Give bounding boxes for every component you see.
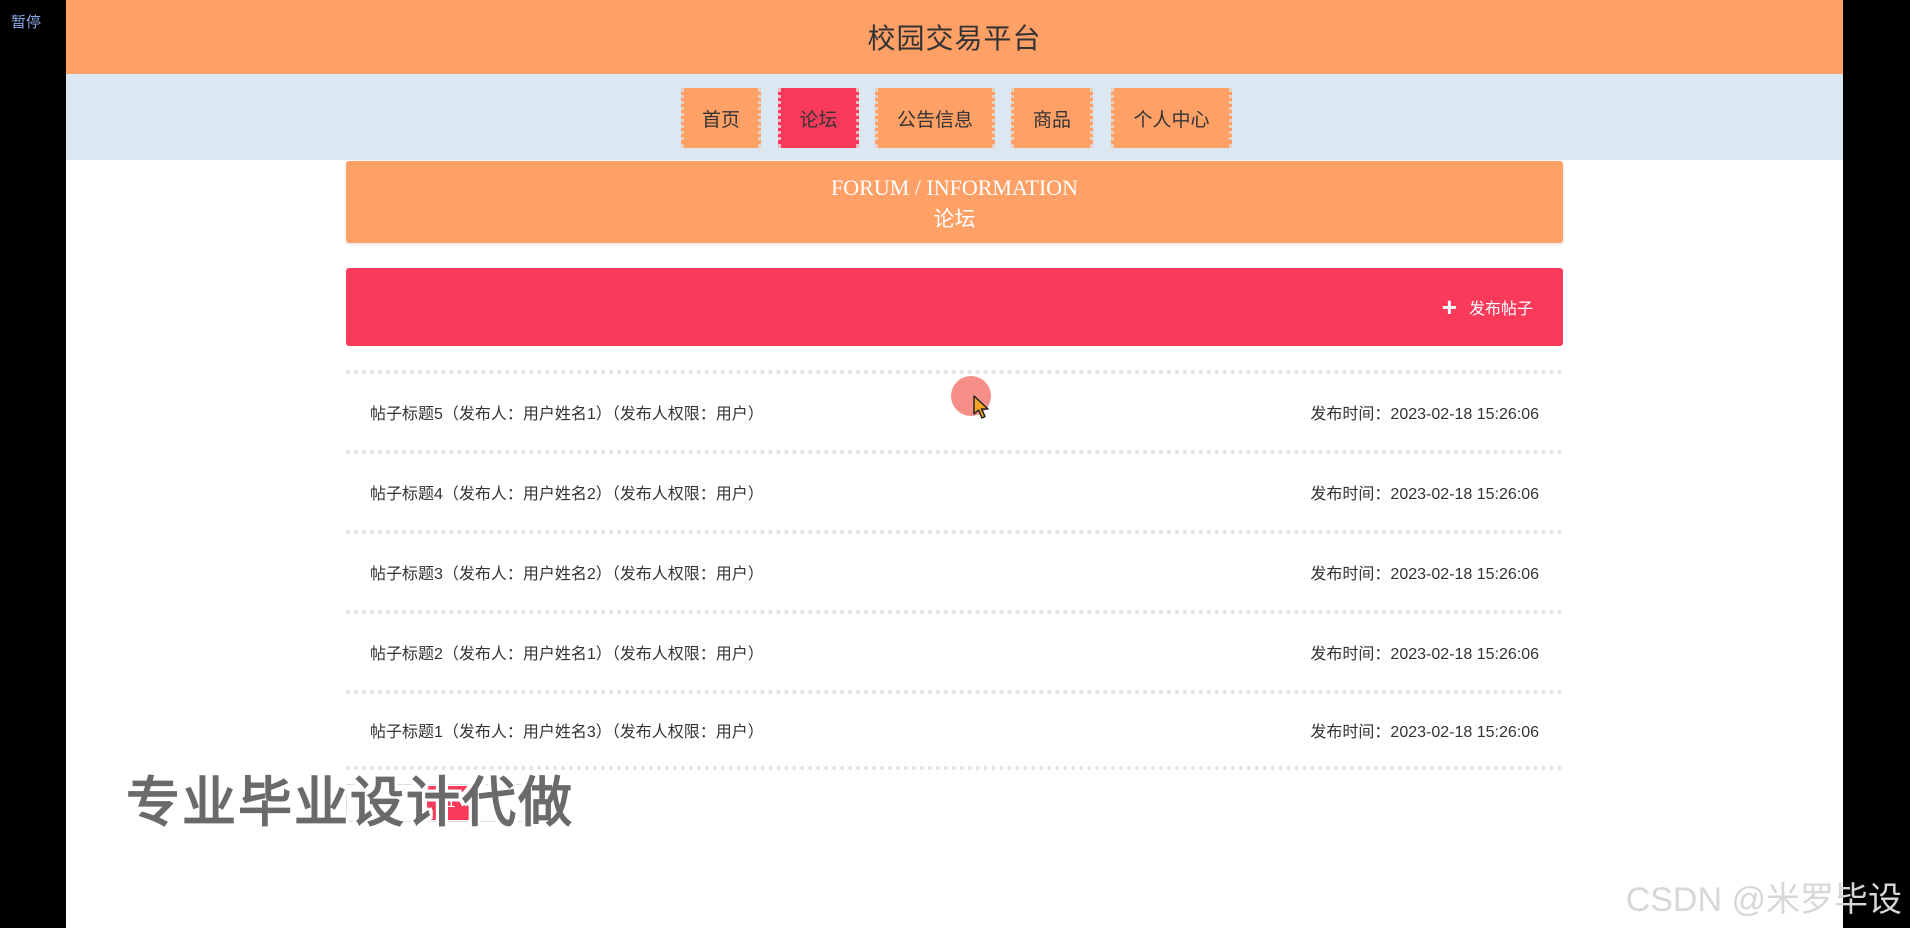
main-nav: 首页 论坛 公告信息 商品 个人中心: [66, 74, 1843, 160]
post-title: 帖子标题4（发布人：用户姓名2）（发布人权限：用户）: [370, 486, 764, 503]
banner-title-en: FORUM / INFORMATION: [831, 175, 1078, 200]
post-time: 发布时间：2023-02-18 15:26:06: [1310, 486, 1539, 503]
watermark-csdn: CSDN @米罗毕设: [1625, 881, 1902, 919]
publish-post-label: 发布帖子: [1468, 301, 1533, 318]
post-list: 帖子标题5（发布人：用户姓名1）（发布人权限：用户） 发布时间：2023-02-…: [346, 370, 1563, 770]
browser-viewport: 校园交易平台 首页 论坛 公告信息 商品 个人中心 FORUM / INFORM…: [66, 0, 1843, 928]
section-banner: FORUM / INFORMATION 论坛: [346, 161, 1563, 243]
post-time: 发布时间：2023-02-18 15:26:06: [1310, 406, 1539, 423]
nav-item-forum[interactable]: 论坛: [778, 88, 859, 148]
pause-label: 暂停: [11, 13, 42, 31]
post-row[interactable]: 帖子标题5（发布人：用户姓名1）（发布人权限：用户） 发布时间：2023-02-…: [346, 370, 1563, 450]
nav-item-home[interactable]: 首页: [681, 88, 761, 148]
post-row[interactable]: 帖子标题3（发布人：用户姓名2）（发布人权限：用户） 发布时间：2023-02-…: [346, 530, 1563, 610]
nav-item-personal-center[interactable]: 个人中心: [1111, 88, 1232, 148]
post-time: 发布时间：2023-02-18 15:26:06: [1310, 724, 1539, 741]
plus-icon: +: [1441, 292, 1457, 322]
mouse-cursor-icon: [973, 395, 989, 419]
post-row[interactable]: 帖子标题4（发布人：用户姓名2）（发布人权限：用户） 发布时间：2023-02-…: [346, 450, 1563, 530]
banner-title-cn: 论坛: [933, 208, 976, 231]
post-row[interactable]: 帖子标题2（发布人：用户姓名1）（发布人权限：用户） 发布时间：2023-02-…: [346, 610, 1563, 690]
post-title: 帖子标题2（发布人：用户姓名1）（发布人权限：用户）: [370, 646, 764, 663]
nav-item-products[interactable]: 商品: [1011, 88, 1093, 148]
nav-item-announcements[interactable]: 公告信息: [875, 88, 995, 148]
site-title: 校园交易平台: [867, 23, 1042, 54]
post-time: 发布时间：2023-02-18 15:26:06: [1310, 646, 1539, 663]
site-header: 校园交易平台: [66, 0, 1843, 74]
post-title: 帖子标题5（发布人：用户姓名1）（发布人权限：用户）: [370, 406, 764, 423]
watermark-main: 专业毕业设计代做: [126, 773, 574, 833]
forum-action-bar: + 发布帖子: [346, 268, 1563, 346]
post-time: 发布时间：2023-02-18 15:26:06: [1310, 566, 1539, 583]
post-title: 帖子标题1（发布人：用户姓名3）（发布人权限：用户）: [370, 724, 764, 741]
post-title: 帖子标题3（发布人：用户姓名2）（发布人权限：用户）: [370, 566, 764, 583]
publish-post-button[interactable]: + 发布帖子: [1442, 290, 1533, 324]
